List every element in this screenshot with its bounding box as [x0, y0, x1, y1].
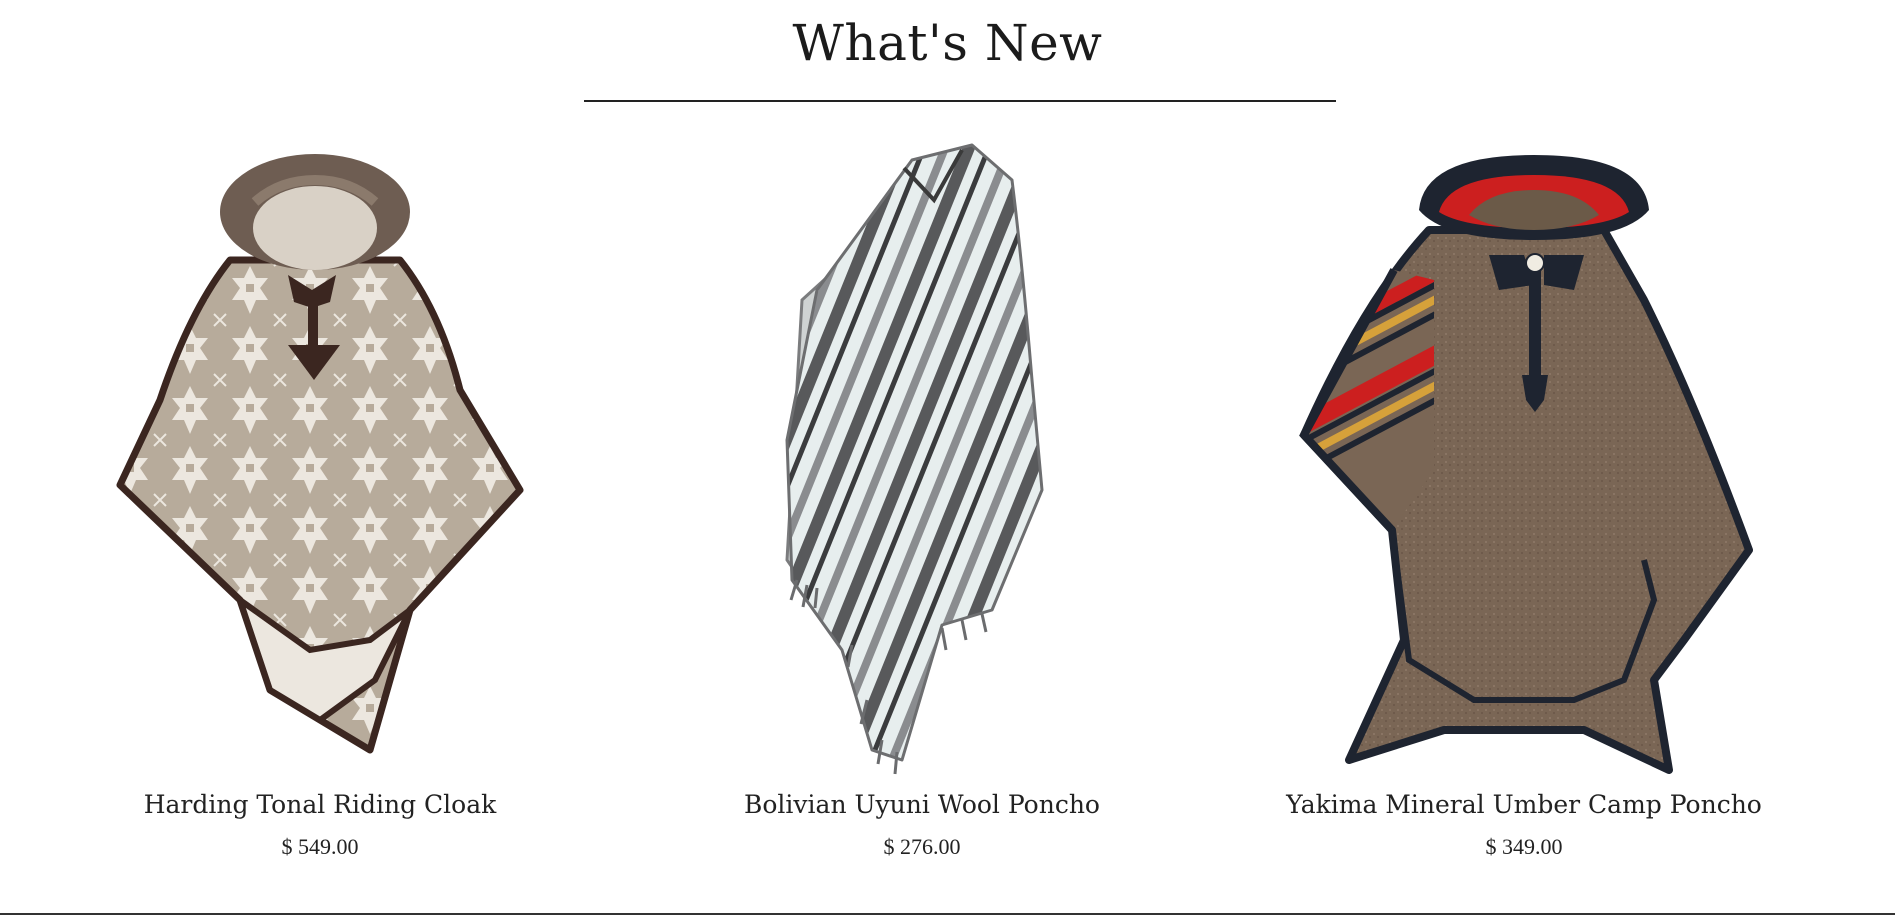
product-name[interactable]: Bolivian Uyuni Wool Poncho [642, 790, 1202, 819]
wool-poncho-image[interactable] [642, 140, 1202, 780]
camp-poncho-illustration [1299, 155, 1753, 774]
product-card-3[interactable]: Yakima Mineral Umber Camp Poncho $ 349.0… [1244, 140, 1804, 870]
product-card-1[interactable]: Harding Tonal Riding Cloak $ 549.00 [40, 140, 600, 870]
camp-poncho-image[interactable] [1244, 140, 1804, 780]
product-price: $ 276.00 [883, 834, 961, 859]
product-price: $ 549.00 [281, 834, 359, 859]
product-price: $ 349.00 [1485, 834, 1563, 859]
riding-cloak-illustration [116, 154, 524, 754]
whats-new-section: What's New Harding Tonal Riding Cloak $ … [0, 0, 1895, 915]
wool-poncho-illustration [785, 143, 1044, 775]
riding-cloak-image[interactable] [40, 140, 600, 780]
product-name[interactable]: Yakima Mineral Umber Camp Poncho [1244, 790, 1804, 819]
product-name[interactable]: Harding Tonal Riding Cloak [40, 790, 600, 819]
product-card-2[interactable]: Bolivian Uyuni Wool Poncho $ 276.00 [642, 140, 1202, 870]
section-title: What's New [792, 14, 1103, 72]
title-divider [584, 100, 1336, 102]
